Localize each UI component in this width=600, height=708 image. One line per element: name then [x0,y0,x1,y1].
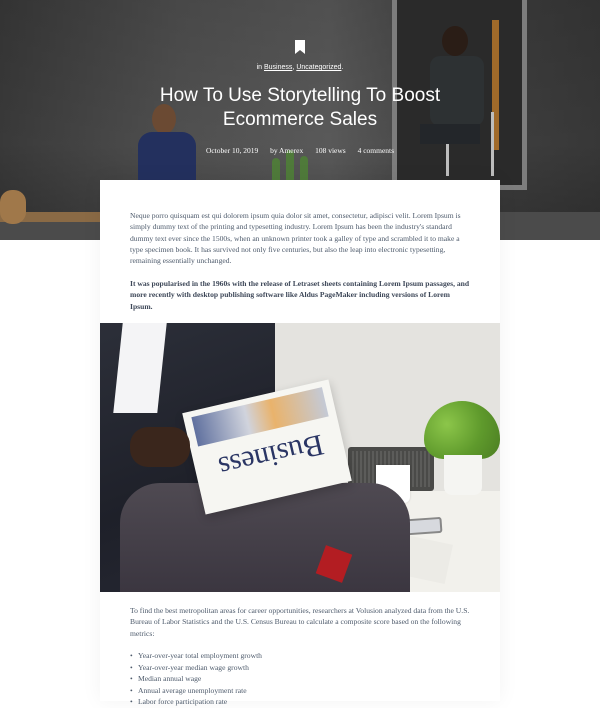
category-separator: , [292,64,295,71]
list-item: Labor force participation rate [130,696,470,708]
post-categories: in Business, Uncategorized. [0,64,600,71]
article-image-business-newspaper: Business [100,323,500,592]
leaf [286,150,294,184]
post-author[interactable]: by Amerex [270,146,303,155]
list-item: Annual average unemployment rate [130,685,470,697]
article-card: Neque porro quisquam est qui dolorem ips… [100,180,500,708]
list-item: Year-over-year total employment growth [130,650,470,662]
hero-plant [268,150,318,184]
bookmark-icon[interactable] [295,40,305,54]
person-body [138,132,196,184]
post-date[interactable]: October 10, 2019 [206,146,258,155]
post-comments[interactable]: 4 comments [358,146,394,155]
list-item: Median annual wage [130,673,470,685]
post-meta: October 10, 2019 by Amerex 108 views 4 c… [0,146,600,155]
post-title: How To Use Storytelling To Boost Ecommer… [100,84,500,132]
image-hand [130,427,190,467]
image-plant-pot [444,455,482,495]
category-prefix: in [256,64,263,71]
article-highlight: It was popularised in the 1960s with the… [130,279,470,311]
category-link-uncategorized[interactable]: Uncategorized [296,64,341,71]
metrics-list: Year-over-year total employment growth Y… [130,650,470,708]
post-title-line-1: How To Use Storytelling To Boost [159,85,441,106]
article-intro: Neque porro quisquam est qui dolorem ips… [130,211,461,266]
category-suffix: . [341,64,344,71]
person-head [442,26,468,56]
hero-vase [0,190,26,224]
article-body: To find the best metropolitan areas for … [130,606,470,638]
category-link-business[interactable]: Business [264,64,292,71]
post-views: 108 views [315,146,346,155]
list-item: Year-over-year median wage growth [130,662,470,674]
post-title-line-2: Ecommerce Sales [222,109,378,130]
